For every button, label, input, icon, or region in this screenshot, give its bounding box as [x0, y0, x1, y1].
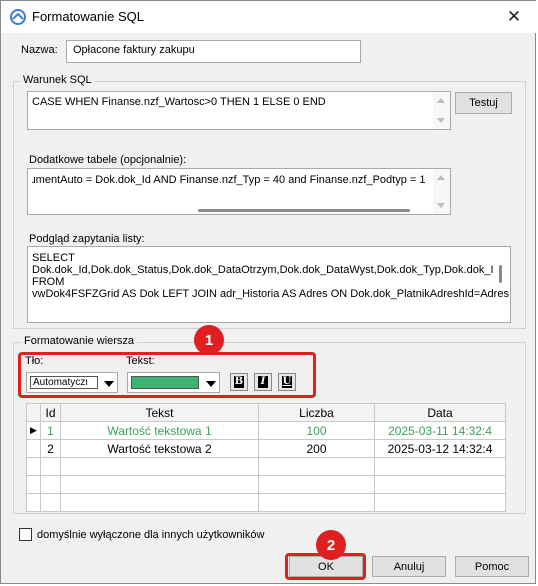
- test-button[interactable]: Testuj: [455, 92, 512, 114]
- query-preview-textarea[interactable]: SELECT Dok.dok_Id,Dok.dok_Status,Dok.dok…: [27, 246, 511, 323]
- name-label: Nazwa:: [21, 44, 58, 56]
- current-row-icon: ▶: [26, 421, 41, 440]
- row-formatting-group-label: Formatowanie wiersza: [21, 335, 138, 347]
- cell-id[interactable]: 2: [40, 439, 61, 458]
- cell-text[interactable]: Wartość tekstowa 1: [60, 421, 259, 440]
- title-bar: Formatowanie SQL ✕: [1, 1, 537, 33]
- table-row: [26, 457, 506, 476]
- annotation-badge-2: 2: [316, 530, 346, 560]
- name-input[interactable]: Opłacone faktury zakupu: [66, 40, 361, 63]
- table-row: [26, 493, 506, 512]
- grid-header-row: Id Tekst Liczba Data: [26, 403, 506, 422]
- window-title: Formatowanie SQL: [32, 9, 144, 24]
- cell-text[interactable]: Wartość tekstowa 2: [60, 439, 259, 458]
- column-header-id[interactable]: Id: [40, 403, 61, 422]
- row-indicator: [26, 439, 41, 458]
- table-row[interactable]: 2 Wartość tekstowa 2 200 2025-03-12 14:3…: [26, 439, 506, 458]
- column-header-date[interactable]: Data: [374, 403, 506, 422]
- query-preview-label: Podgląd zapytania listy:: [29, 233, 145, 245]
- preview-grid: Id Tekst Liczba Data ▶ 1 Wartość tekstow…: [26, 403, 506, 512]
- sql-condition-text: CASE WHEN Finanse.nzf_Wartosc>0 THEN 1 E…: [32, 96, 326, 108]
- column-header-text[interactable]: Tekst: [60, 403, 259, 422]
- scroll-up-icon[interactable]: [437, 98, 445, 103]
- cell-number[interactable]: 200: [258, 439, 375, 458]
- cancel-button[interactable]: Anuluj: [372, 556, 446, 577]
- cell-number[interactable]: 100: [258, 421, 375, 440]
- cell-id[interactable]: 1: [40, 421, 61, 440]
- scroll-down-icon[interactable]: [437, 118, 445, 123]
- help-button[interactable]: Pomoc: [455, 556, 529, 577]
- query-preview-vscroll-thumb[interactable]: [499, 265, 502, 283]
- sql-condition-textarea[interactable]: CASE WHEN Finanse.nzf_Wartosc>0 THEN 1 E…: [27, 91, 451, 130]
- scroll-down-icon[interactable]: [437, 203, 445, 208]
- query-line: Dok.dok_Id,Dok.dok_Status,Dok.dok_DataOt…: [32, 264, 494, 276]
- table-row[interactable]: ▶ 1 Wartość tekstowa 1 100 2025-03-11 14…: [26, 421, 506, 440]
- disabled-for-others-checkbox[interactable]: [19, 528, 32, 541]
- table-row: [26, 475, 506, 494]
- cell-date[interactable]: 2025-03-12 14:32:4: [374, 439, 506, 458]
- sql-condition-scrollbar[interactable]: [433, 92, 450, 129]
- row-indicator-header: [26, 403, 41, 422]
- sql-condition-group-label: Warunek SQL: [20, 74, 95, 86]
- query-preview-text: SELECT Dok.dok_Id,Dok.dok_Status,Dok.dok…: [32, 252, 509, 300]
- query-line: FROM: [32, 276, 65, 288]
- query-line: SELECT: [32, 252, 75, 264]
- disabled-for-others-label: domyślnie wyłączone dla innych użytkowni…: [37, 529, 265, 541]
- extra-tables-label: Dodatkowe tabele (opcjonalnie):: [29, 154, 187, 166]
- extra-tables-textarea[interactable]: ɹmentAuto = Dok.dok_Id AND Finanse.nzf_T…: [27, 168, 451, 215]
- extra-tables-scrollbar[interactable]: [433, 169, 450, 214]
- annotation-highlight-formatting: [18, 352, 316, 398]
- close-icon[interactable]: ✕: [491, 1, 537, 33]
- annotation-badge-1: 1: [194, 325, 224, 355]
- extra-tables-hscroll-thumb[interactable]: [198, 209, 410, 212]
- extra-tables-text: ɹmentAuto = Dok.dok_Id AND Finanse.nzf_T…: [32, 174, 426, 186]
- app-icon: [10, 9, 26, 25]
- cell-date[interactable]: 2025-03-11 14:32:4: [374, 421, 506, 440]
- query-line: vwDok4FSFZGrid AS Dok LEFT JOIN adr_Hist…: [32, 288, 509, 300]
- column-header-number[interactable]: Liczba: [258, 403, 375, 422]
- scroll-up-icon[interactable]: [437, 175, 445, 180]
